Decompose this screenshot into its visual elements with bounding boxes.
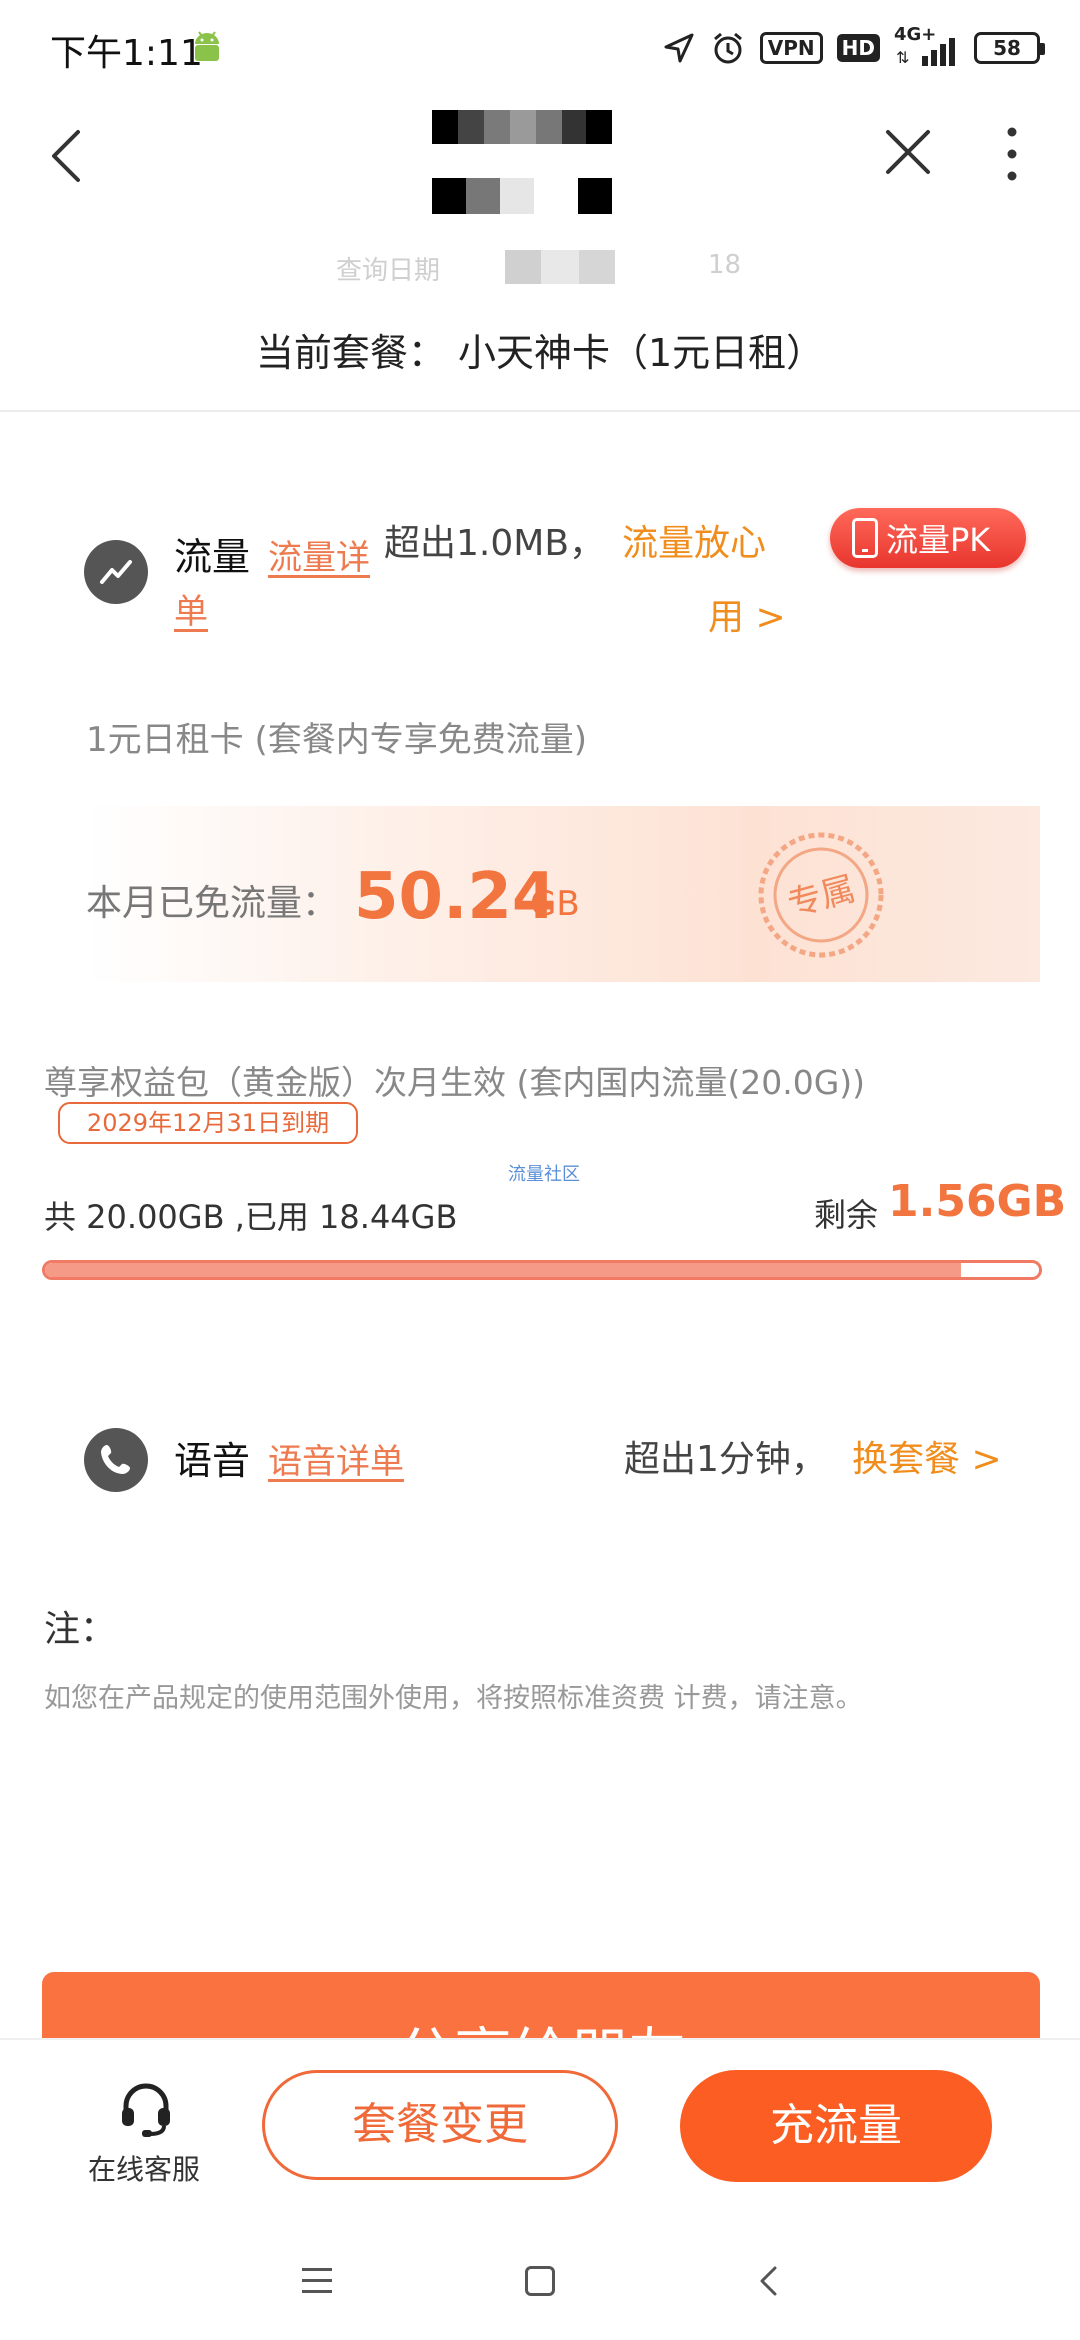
- location-arrow-icon: [664, 33, 694, 63]
- rent-note: 1元日租卡 (套餐内专享免费流量): [86, 720, 587, 760]
- data-progress-fill: [45, 1263, 962, 1277]
- voice-exceed-text: 超出1分钟，: [624, 1439, 827, 1480]
- data-detail-link[interactable]: 流量详: [268, 530, 370, 579]
- data-detail-link-cont[interactable]: 单: [174, 584, 208, 633]
- data-pk-label: 流量PK: [886, 521, 991, 559]
- battery-level: 58: [993, 36, 1021, 60]
- close-icon[interactable]: [880, 122, 936, 182]
- remain-value: 1.56GB: [888, 1176, 1067, 1227]
- data-arrows-icon: ⇅: [896, 48, 910, 67]
- data-exceed-text: 超出1.0MB，: [384, 523, 606, 564]
- free-data-label: 本月已免流量：: [86, 883, 339, 924]
- battery-icon: 58: [974, 32, 1045, 64]
- online-service-label: 在线客服: [87, 2153, 200, 2186]
- voice-detail-link[interactable]: 语音详单: [268, 1434, 404, 1483]
- free-data-value: 50.24: [354, 860, 557, 934]
- free-data-banner: 本月已免流量： 50.24 GB 专属: [86, 806, 1040, 982]
- trend-line-icon: [84, 540, 148, 604]
- vpn-badge: VPN: [759, 32, 823, 64]
- query-date-suffix: 18: [708, 250, 742, 280]
- page-title-redacted: [432, 110, 612, 222]
- nav-header: [0, 96, 1080, 216]
- phone-icon: [852, 518, 878, 558]
- phone-icon: [84, 1428, 148, 1492]
- exclusive-stamp-icon: 专属: [758, 832, 884, 958]
- divider: [0, 410, 1080, 412]
- status-bar: 下午1:11 VPN HD 4G+ ⇅ 58: [0, 0, 1080, 96]
- remain-label: 剩余: [814, 1196, 879, 1234]
- chevron-left-icon[interactable]: [40, 124, 100, 188]
- plan-change-button[interactable]: 套餐变更: [262, 2070, 618, 2180]
- home-square-icon[interactable]: [525, 2266, 555, 2296]
- android-icon: [195, 31, 219, 61]
- data-progress-bar: [42, 1260, 1042, 1280]
- change-plan-link[interactable]: 换套餐 >: [852, 1430, 1002, 1482]
- expire-badge: 2029年12月31日到期: [58, 1102, 358, 1144]
- voice-title: 语音: [174, 1439, 251, 1483]
- back-triangle-icon[interactable]: [756, 2264, 780, 2298]
- bottom-action-bar: 在线客服 套餐变更 充流量: [0, 2038, 1080, 2210]
- status-icons: VPN HD 4G+ ⇅ 58: [662, 24, 1045, 70]
- status-time: 下午1:11: [50, 33, 203, 74]
- system-nav-bar: [0, 2210, 1080, 2340]
- hd-badge: HD: [836, 34, 880, 62]
- current-plan: 当前套餐： 小天神卡（1元日租）: [255, 331, 825, 375]
- more-vertical-icon[interactable]: [992, 122, 1032, 186]
- topup-data-button[interactable]: 充流量: [680, 2070, 992, 2182]
- data-title: 流量: [174, 535, 251, 579]
- query-date-redacted: [505, 250, 615, 284]
- data-worry-link[interactable]: 流量放心: [622, 514, 766, 566]
- note-title: 注：: [44, 1609, 117, 1650]
- free-data-unit: GB: [530, 884, 580, 924]
- headset-icon: [122, 2083, 170, 2137]
- network-type: 4G+: [894, 24, 937, 45]
- alarm-icon: [713, 32, 742, 64]
- stamp-text: 专属: [783, 869, 859, 925]
- note-text: 如您在产品规定的使用范围外使用，将按照标准资费 计费，请注意。: [44, 1683, 863, 1714]
- online-service-button[interactable]: 在线客服: [56, 2076, 232, 2196]
- gold-pack-title: 尊享权益包（黄金版）次月生效 (套内国内流量(20.0G)): [44, 1063, 866, 1102]
- watermark: 流量社区: [508, 1164, 580, 1185]
- data-pk-button[interactable]: 流量PK: [830, 508, 1026, 568]
- signal-4g-icon: 4G+ ⇅: [894, 24, 960, 68]
- query-date-label: 查询日期: [336, 256, 441, 286]
- data-usage-text: 共 20.00GB ,已用 18.44GB: [44, 1198, 458, 1236]
- data-worry-link-cont[interactable]: 用 >: [708, 588, 786, 640]
- menu-icon[interactable]: [302, 2268, 332, 2294]
